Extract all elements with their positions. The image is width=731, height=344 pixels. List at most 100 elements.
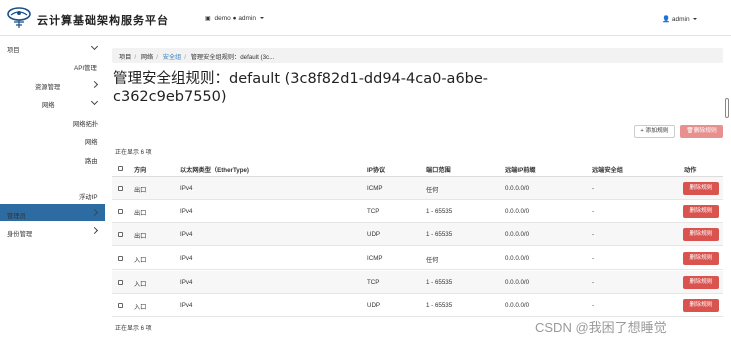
column-header-remote-group[interactable]: 远端安全组 [592, 165, 623, 174]
column-header-protocol[interactable]: IP协议 [367, 165, 385, 174]
user-menu[interactable]: 👤 admin [662, 15, 698, 23]
cell-protocol: UDP [367, 231, 381, 238]
cell-port: 1 - 65535 [426, 302, 453, 309]
cell-prefix: 0.0.0.0/0 [505, 255, 530, 262]
breadcrumb-item[interactable]: 安全组 [163, 54, 182, 61]
page-title-line2: c362c9eb7550) [113, 89, 227, 105]
chevron-right-icon [90, 226, 99, 235]
watermark: CSDN @我困了想睡觉 [535, 320, 667, 335]
sidebar-item-security-groups[interactable]: 安全组 [79, 174, 98, 183]
column-header-prefix[interactable]: 远端IP前缀 [505, 165, 536, 174]
row-checkbox[interactable] [118, 280, 123, 285]
sidebar: 项目 API管理 资源管理 网络 网络拓扑 网络 路由 安全组 浮动IP 管理员… [0, 37, 105, 344]
cell-protocol: TCP [367, 279, 380, 286]
delete-rule-button[interactable]: 删除规则 [683, 228, 719, 241]
cell-prefix: 0.0.0.0/0 [505, 185, 530, 192]
column-header-port[interactable]: 端口范围 [426, 165, 451, 174]
table-row: 出口 IPv4 TCP 1 - 65535 0.0.0.0/0 - 删除规则 [112, 200, 723, 223]
cell-prefix: 0.0.0.0/0 [505, 279, 530, 286]
page-title-line1: 管理安全组规则：default (3c8f82d1-dd94-4ca0-a6be… [113, 71, 489, 87]
sidebar-item-topology[interactable]: 网络拓扑 [73, 119, 98, 128]
delete-rules-label: 删除规则 [693, 128, 717, 134]
cell-port: 任何 [426, 257, 439, 264]
top-bar: 云计算基础架构服务平台 ▣ demo ● admin 👤 admin [0, 0, 731, 36]
cell-prefix: 0.0.0.0/0 [505, 231, 530, 238]
table-row: 出口 IPv4 ICMP 任何 0.0.0.0/0 - 删除规则 [112, 177, 723, 200]
project-name: demo [214, 15, 231, 22]
cell-port: 1 - 65535 [426, 231, 453, 238]
delete-rule-button[interactable]: 删除规则 [683, 205, 719, 218]
cell-direction: 出口 [134, 187, 147, 194]
chevron-right-icon [90, 80, 99, 89]
project-icon: ▣ [205, 16, 211, 22]
cell-remote-group: - [592, 255, 595, 262]
cell-protocol: UDP [367, 302, 381, 309]
sidebar-item-floating-ip[interactable]: 浮动IP [79, 192, 98, 201]
sidebar-item-project[interactable]: 项目 [7, 45, 20, 54]
sidebar-item-admin[interactable]: 管理员 [7, 211, 26, 220]
project-selector[interactable]: ▣ demo ● admin [205, 15, 264, 22]
sidebar-item-network[interactable]: 网络 [42, 100, 55, 109]
column-header-direction[interactable]: 方向 [134, 165, 146, 174]
sidebar-item-api[interactable]: API管理 [74, 63, 97, 72]
cell-ethertype: IPv4 [180, 255, 193, 262]
row-checkbox[interactable] [118, 303, 123, 308]
breadcrumb-item[interactable]: 项目 [119, 54, 131, 61]
row-checkbox[interactable] [118, 186, 123, 191]
sidebar-item-networks[interactable]: 网络 [85, 137, 98, 146]
table-row: 出口 IPv4 UDP 1 - 65535 0.0.0.0/0 - 删除规则 [112, 223, 723, 246]
breadcrumb-current: 管理安全组规则：default (3c... [190, 54, 275, 61]
cell-ethertype: IPv4 [180, 302, 193, 309]
trash-icon: 🗑 [686, 128, 694, 134]
cell-protocol: ICMP [367, 255, 383, 262]
row-checkbox[interactable] [118, 232, 123, 237]
cell-prefix: 0.0.0.0/0 [505, 208, 530, 215]
logo-icon [7, 7, 31, 28]
cell-direction: 出口 [134, 210, 147, 217]
cell-port: 任何 [426, 187, 439, 194]
select-all-checkbox[interactable] [118, 166, 123, 171]
cell-port: 1 - 65535 [426, 279, 453, 286]
sidebar-item-identity[interactable]: 身份管理 [7, 229, 32, 238]
chevron-down-icon [259, 17, 264, 19]
page-title: 管理安全组规则：default (3c8f82d1-dd94-4ca0-a6be… [113, 70, 513, 106]
cell-protocol: ICMP [367, 185, 383, 192]
table-row: 入口 IPv4 UDP 1 - 65535 0.0.0.0/0 - 删除规则 [112, 294, 723, 317]
project-user: admin [238, 15, 257, 22]
delete-rule-button[interactable]: 删除规则 [683, 182, 719, 195]
delete-rule-button[interactable]: 删除规则 [683, 299, 719, 312]
breadcrumb-item[interactable]: 网络 [141, 54, 153, 61]
cell-direction: 入口 [134, 281, 147, 288]
item-count-bottom: 正在显示 6 项 [115, 326, 152, 332]
table-row: 入口 IPv4 TCP 1 - 65535 0.0.0.0/0 - 删除规则 [112, 271, 723, 294]
breadcrumb: 项目 / 网络 / 安全组 / 管理安全组规则：default (3c... [112, 48, 723, 63]
cell-remote-group: - [592, 208, 595, 215]
column-header-actions: 动作 [684, 167, 697, 174]
delete-rule-button[interactable]: 删除规则 [683, 252, 719, 265]
cell-direction: 入口 [134, 257, 147, 264]
table-row: 入口 IPv4 ICMP 任何 0.0.0.0/0 - 删除规则 [112, 247, 723, 270]
sidebar-item-routers[interactable]: 路由 [85, 156, 98, 165]
cell-port: 1 - 65535 [426, 208, 453, 215]
sidebar-item-resources[interactable]: 资源管理 [35, 82, 60, 91]
cell-remote-group: - [592, 279, 595, 286]
chevron-down-icon [693, 18, 698, 20]
cell-ethertype: IPv4 [180, 208, 193, 215]
cell-remote-group: - [592, 185, 595, 192]
row-checkbox[interactable] [118, 209, 123, 214]
cell-prefix: 0.0.0.0/0 [505, 302, 530, 309]
chevron-down-icon [90, 97, 99, 106]
cell-ethertype: IPv4 [180, 185, 193, 192]
column-header-ethertype[interactable]: 以太网类型（EtherType) [180, 165, 249, 174]
cell-ethertype: IPv4 [180, 279, 193, 286]
delete-rules-button[interactable]: 🗑删除规则 [680, 125, 723, 138]
add-rule-button[interactable]: + 添加规则 [634, 125, 675, 138]
row-checkbox[interactable] [118, 256, 123, 261]
delete-rule-button[interactable]: 删除规则 [683, 276, 719, 289]
cell-ethertype: IPv4 [180, 231, 193, 238]
scrollbar[interactable] [725, 98, 729, 118]
user-name: admin [671, 16, 690, 23]
cell-direction: 入口 [134, 304, 147, 311]
cell-direction: 出口 [134, 233, 147, 240]
brand-title: 云计算基础架构服务平台 [37, 15, 169, 27]
